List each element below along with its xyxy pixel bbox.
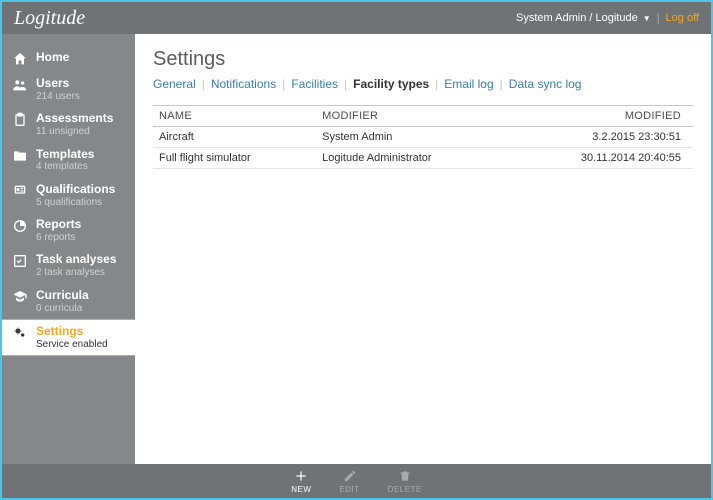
delete-button[interactable]: DELETE [388,468,422,494]
tab-email-log[interactable]: Email log [444,77,493,91]
divider: | [657,12,660,24]
sidebar-item-sublabel: 0 curricula [36,303,89,315]
divider: | [435,77,438,91]
sidebar-item-assessments[interactable]: Assessments11 unsigned [2,107,135,142]
sidebar-item-settings[interactable]: SettingsService enabled [2,319,135,356]
footer-btn-label: DELETE [388,485,422,494]
tab-facilities[interactable]: Facilities [291,77,338,91]
divider: | [344,77,347,91]
cell-modified: 30.11.2014 20:40:55 [507,148,693,169]
footer-toolbar: NEW EDIT DELETE [2,464,711,498]
tabs-bar: General | Notifications | Facilities | F… [153,77,693,91]
pencil-icon [342,468,358,484]
footer-btn-label: EDIT [339,485,359,494]
sidebar-item-sublabel: 4 templates [36,161,94,173]
plus-icon [293,468,309,484]
tab-general[interactable]: General [153,77,196,91]
badge-icon [12,183,28,199]
chevron-down-icon: ▼ [643,14,651,23]
user-context-label: System Admin / Logitude [516,12,638,24]
tab-notifications[interactable]: Notifications [211,77,276,91]
sidebar-item-qualifications[interactable]: Qualifications5 qualifications [2,178,135,213]
main-content: Settings General | Notifications | Facil… [135,34,711,464]
users-icon [12,77,28,93]
divider: | [500,77,503,91]
facility-types-table: NAME MODIFIER MODIFIED Aircraft System A… [153,105,693,169]
sidebar-item-label: Assessments [36,112,113,126]
sidebar: Home Users214 users Assessments11 unsign… [2,34,135,464]
new-button[interactable]: NEW [291,468,311,494]
cell-modifier: Logitude Administrator [316,148,507,169]
sidebar-item-users[interactable]: Users214 users [2,72,135,107]
app-header: Logitude System Admin / Logitude ▼ | Log… [2,2,711,34]
tab-data-sync-log[interactable]: Data sync log [509,77,582,91]
table-row[interactable]: Aircraft System Admin 3.2.2015 23:30:51 [153,127,693,148]
app-logo: Logitude [14,7,85,30]
col-header-modified[interactable]: MODIFIED [507,106,693,127]
cell-name: Aircraft [153,127,316,148]
checklist-icon [12,253,28,269]
user-context-dropdown[interactable]: System Admin / Logitude ▼ [516,12,651,24]
sidebar-item-label: Users [36,77,80,91]
divider: | [202,77,205,91]
page-title: Settings [153,48,693,71]
sidebar-item-sublabel: 2 task analyses [36,267,117,279]
gears-icon [12,325,28,341]
sidebar-item-task-analyses[interactable]: Task analyses2 task analyses [2,248,135,283]
footer-btn-label: NEW [291,485,311,494]
logoff-link[interactable]: Log off [666,12,699,24]
sidebar-item-label: Templates [36,148,94,162]
chart-icon [12,218,28,234]
sidebar-item-home[interactable]: Home [2,46,135,72]
sidebar-item-sublabel: 5 qualifications [36,197,115,209]
folder-icon [12,148,28,164]
sidebar-item-label: Task analyses [36,253,117,267]
col-header-name[interactable]: NAME [153,106,316,127]
sidebar-item-label: Curricula [36,289,89,303]
home-icon [12,51,28,67]
cell-modifier: System Admin [316,127,507,148]
table-row[interactable]: Full flight simulator Logitude Administr… [153,148,693,169]
col-header-modifier[interactable]: MODIFIER [316,106,507,127]
sidebar-item-label: Qualifications [36,183,115,197]
trash-icon [397,468,413,484]
sidebar-item-label: Settings [36,325,108,339]
sidebar-item-reports[interactable]: Reports6 reports [2,213,135,248]
sidebar-item-curricula[interactable]: Curricula0 curricula [2,284,135,319]
sidebar-item-label: Reports [36,218,81,232]
sidebar-item-label: Home [36,51,69,65]
sidebar-item-sublabel: Service enabled [36,339,108,351]
graduation-icon [12,289,28,305]
sidebar-item-sublabel: 11 unsigned [36,126,113,138]
cell-name: Full flight simulator [153,148,316,169]
tab-facility-types[interactable]: Facility types [353,77,429,91]
divider: | [282,77,285,91]
clipboard-icon [12,112,28,128]
sidebar-item-sublabel: 214 users [36,91,80,103]
edit-button[interactable]: EDIT [339,468,359,494]
cell-modified: 3.2.2015 23:30:51 [507,127,693,148]
sidebar-item-sublabel: 6 reports [36,232,81,244]
sidebar-item-templates[interactable]: Templates4 templates [2,143,135,178]
header-right: System Admin / Logitude ▼ | Log off [516,12,699,24]
